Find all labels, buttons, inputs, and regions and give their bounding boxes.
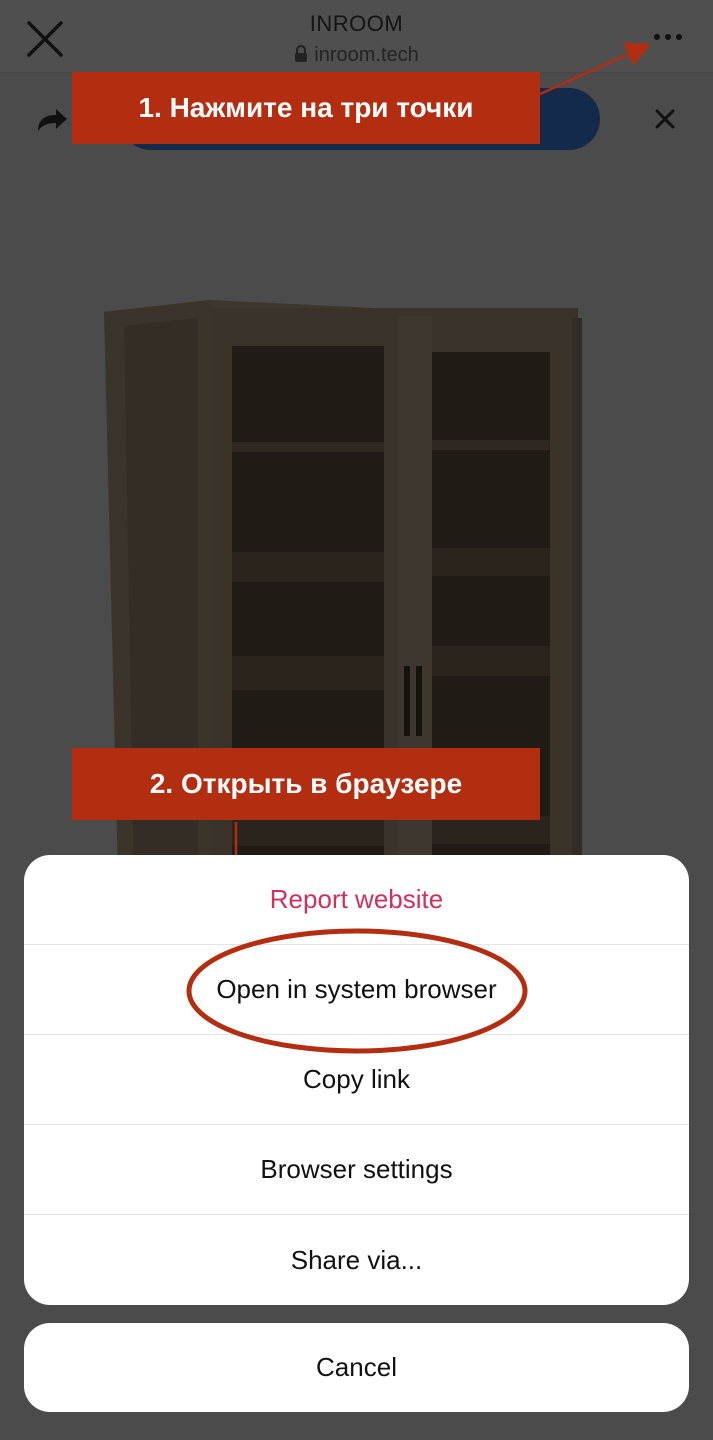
share-via-button[interactable]: Share via... xyxy=(24,1215,689,1305)
step-2-annotation: 2. Открыть в браузере xyxy=(72,748,540,820)
cancel-button[interactable]: Cancel xyxy=(24,1323,689,1412)
site-url: inroom.tech xyxy=(0,44,713,67)
page-close-icon[interactable] xyxy=(654,108,676,130)
report-website-button[interactable]: Report website xyxy=(24,855,689,945)
copy-link-button[interactable]: Copy link xyxy=(24,1035,689,1125)
share-arrow-icon[interactable] xyxy=(34,105,70,135)
more-options-icon[interactable] xyxy=(648,26,688,48)
step-1-annotation: 1. Нажмите на три точки xyxy=(72,72,540,144)
open-in-system-browser-button[interactable]: Open in system browser xyxy=(24,945,689,1035)
site-title: INROOM xyxy=(309,11,404,36)
lock-icon xyxy=(295,45,308,62)
action-sheet: Report website Open in system browser Co… xyxy=(24,855,689,1305)
browser-top-bar: INROOM inroom.tech xyxy=(0,0,713,73)
site-url-text: inroom.tech xyxy=(314,44,419,66)
browser-settings-button[interactable]: Browser settings xyxy=(24,1125,689,1215)
